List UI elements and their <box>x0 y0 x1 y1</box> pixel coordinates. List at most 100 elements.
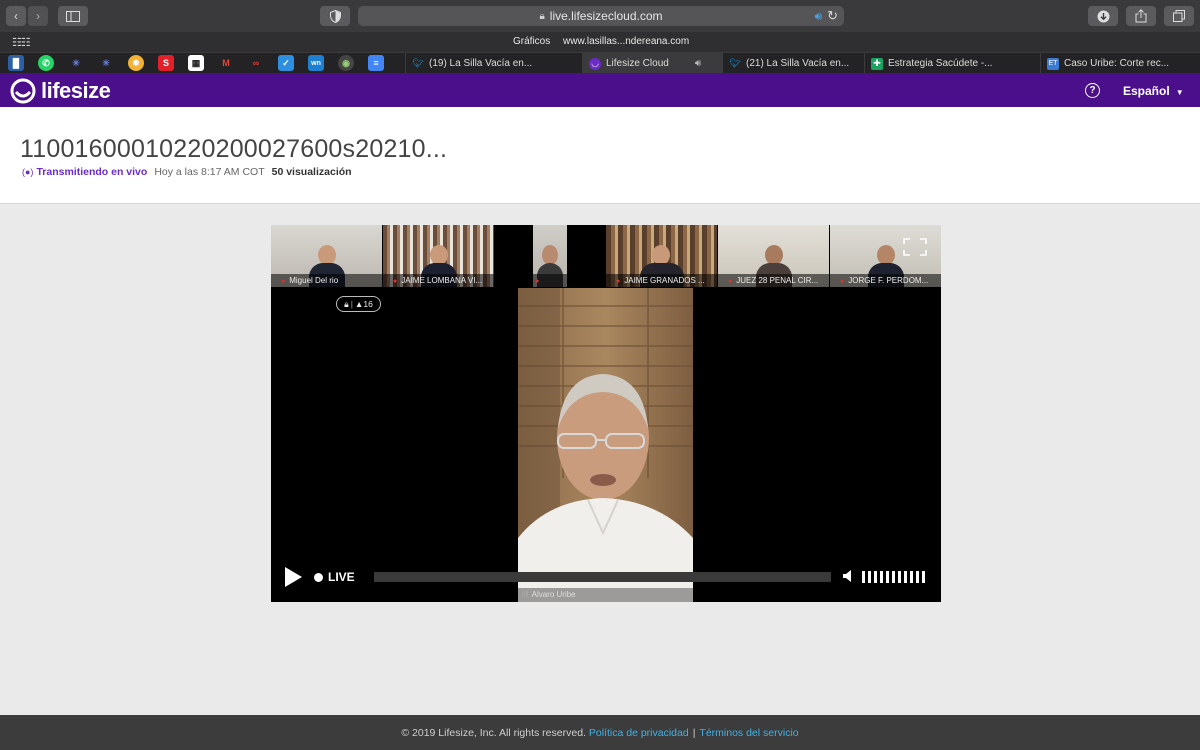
gmail-icon[interactable]: M <box>218 55 234 71</box>
pinned-site-icon[interactable]: ✳ <box>68 55 84 71</box>
tab-caso-uribe[interactable]: ET Caso Uribe: Corte rec... <box>1040 53 1200 74</box>
tab-bar: █ ✆ ✳ ✳ ✸ S ▦ M ∞ ✓ wn ◉ ≡ 🐦︎ (19) La Si… <box>0 52 1200 74</box>
person-icon: ▲ <box>354 299 364 309</box>
volume-slider[interactable] <box>862 571 925 583</box>
chevron-left-icon: ‹ <box>14 9 18 23</box>
address-bar[interactable]: 🔒︎ live.lifesizecloud.com 🔊︎ ↻ <box>358 6 844 26</box>
participant-name: JAIME GRANADOS ... <box>624 276 705 285</box>
language-label: Español <box>1123 84 1170 98</box>
broadcast-icon: (●) <box>22 167 34 177</box>
pinned-site-icon[interactable]: █ <box>8 55 24 71</box>
participant-count: 16 <box>363 299 373 309</box>
audio-playing-icon[interactable]: 🔊︎ <box>814 9 822 24</box>
privacy-link[interactable]: Política de privacidad <box>589 727 689 739</box>
forward-button[interactable]: › <box>28 6 48 26</box>
terms-link[interactable]: Términos del servicio <box>699 727 798 739</box>
mic-icon: ● <box>616 278 621 285</box>
tab-estrategia[interactable]: ✚ Estrategia Sacúdete -... <box>864 53 1040 74</box>
favorite-graficos[interactable]: Gráficos <box>513 36 550 47</box>
participant-thumb: ● JAIME LOMBANA VI... <box>383 225 494 287</box>
reload-icon[interactable]: ↻ <box>827 8 838 24</box>
tab-lifesize-cloud[interactable]: ◡ Lifesize Cloud 🔊︎ <box>582 53 722 74</box>
page-footer: © 2019 Lifesize, Inc. All rights reserve… <box>0 715 1200 750</box>
whatsapp-icon[interactable]: ✆ <box>38 55 54 71</box>
pinned-site-icon[interactable]: ∞ <box>248 55 264 71</box>
event-info: 11001600010220200027600s20210... (●) Tra… <box>0 107 1200 204</box>
participant-name: JORGE F. PERDOM... <box>848 276 929 285</box>
pinned-site-icon[interactable]: ✸ <box>128 55 144 71</box>
live-label: LIVE <box>328 570 355 584</box>
sheets-icon: ✚ <box>871 57 883 70</box>
tab-overview-button[interactable] <box>1164 6 1194 26</box>
grid-icon[interactable]: ☷☷ <box>12 36 31 49</box>
tab-silla-vacia-19[interactable]: 🐦︎ (19) La Silla Vacía en... <box>405 53 581 74</box>
chevron-right-icon: › <box>36 9 40 23</box>
pinned-site-icon[interactable]: wn <box>308 55 324 71</box>
lifesize-logo[interactable]: lifesize <box>10 78 111 104</box>
pinned-site-icon[interactable]: ◉ <box>338 55 354 71</box>
privacy-report-button[interactable] <box>320 6 350 26</box>
mic-icon: ● <box>535 278 540 285</box>
pinned-site-icon[interactable]: ✳ <box>98 55 114 71</box>
copyright-text: © 2019 Lifesize, Inc. All rights reserve… <box>401 726 586 739</box>
participant-thumb: ● Miguel Del rio <box>271 225 382 287</box>
tabs-icon <box>1173 10 1185 22</box>
sidebar-icon <box>66 10 80 22</box>
main-speaker-video: ‖‖ Alvaro Uribe <box>518 288 693 602</box>
et-icon: ET <box>1047 57 1059 70</box>
pinned-site-icon[interactable]: ▦ <box>188 55 204 71</box>
participant-thumb: ● JORGE F. PERDOM... <box>830 225 941 287</box>
tab-silla-vacia-21[interactable]: 🐦︎ (21) La Silla Vacía en... <box>722 53 864 74</box>
participant-thumb: ● JUEZ 28 PENAL CIR... <box>718 225 829 287</box>
lock-icon: 🔒︎ <box>539 10 545 22</box>
twitter-icon: 🐦︎ <box>412 58 424 68</box>
favorite-lasillas[interactable]: www.lasillas...ndereana.com <box>563 36 689 47</box>
footer-separator: | <box>692 726 696 739</box>
pinned-site-icon[interactable]: ✓ <box>278 55 294 71</box>
participant-count-badge: 🔒︎ | ▲ 16 <box>336 296 381 312</box>
event-time: Hoy a las 8:17 AM COT <box>154 166 265 178</box>
download-icon <box>1097 10 1109 22</box>
volume-icon[interactable] <box>842 569 856 583</box>
favorites-bar: ☷☷ Gráficos www.lasillas...ndereana.com <box>0 32 1200 52</box>
event-meta: (●) Transmitiendo en vivo Hoy a las 8:17… <box>22 166 352 178</box>
player-controls: LIVE <box>271 563 941 593</box>
participant-thumb: ● JAIME GRANADOS ... <box>606 225 717 287</box>
view-count: 50 visualización <box>271 166 352 178</box>
speaker-icon[interactable]: 🔊︎ <box>695 58 701 69</box>
participant-thumb: ● <box>533 225 567 287</box>
mic-icon: ● <box>393 278 398 285</box>
back-button[interactable]: ‹ <box>6 6 26 26</box>
browser-toolbar: ‹ › 🔒︎ live.lifesizecloud.com 🔊︎ ↻ <box>0 0 1200 32</box>
fullscreen-icon[interactable] <box>903 238 927 256</box>
play-icon[interactable] <box>283 566 303 588</box>
share-button[interactable] <box>1126 6 1156 26</box>
page-title: 11001600010220200027600s20210... <box>20 135 448 163</box>
share-icon <box>1135 9 1147 23</box>
shield-icon <box>329 9 341 23</box>
lock-icon: 🔒︎ <box>344 298 349 309</box>
pinned-site-icon[interactable]: S <box>158 55 174 71</box>
help-icon[interactable]: ? <box>1085 83 1100 98</box>
brand-name: lifesize <box>41 78 111 103</box>
video-player[interactable]: ● Miguel Del rio ● JAIME LOMBANA VI... ● ●… <box>271 225 941 602</box>
caret-down-icon: ▼ <box>1175 88 1184 97</box>
lifesize-logo-icon <box>10 78 36 104</box>
speaker-video-frame <box>518 288 693 602</box>
participant-name: Miguel Del rio <box>289 276 339 285</box>
docs-icon[interactable]: ≡ <box>368 55 384 71</box>
seek-bar[interactable] <box>374 572 831 582</box>
mic-icon: ● <box>840 278 845 285</box>
mic-icon: ● <box>281 278 286 285</box>
downloads-button[interactable] <box>1088 6 1118 26</box>
site-header: lifesize ? Español ▼ <box>0 73 1200 107</box>
lifesize-icon: ◡ <box>589 57 601 70</box>
url-text: live.lifesizecloud.com <box>549 9 663 23</box>
participant-name: JUEZ 28 PENAL CIR... <box>736 276 819 285</box>
participant-name: JAIME LOMBANA VI... <box>401 276 483 285</box>
language-selector[interactable]: Español ▼ <box>1123 84 1184 98</box>
sidebar-button[interactable] <box>58 6 88 26</box>
live-status: Transmitiendo en vivo <box>36 166 148 178</box>
twitter-icon: 🐦︎ <box>729 58 741 68</box>
mic-icon: ● <box>728 278 733 285</box>
